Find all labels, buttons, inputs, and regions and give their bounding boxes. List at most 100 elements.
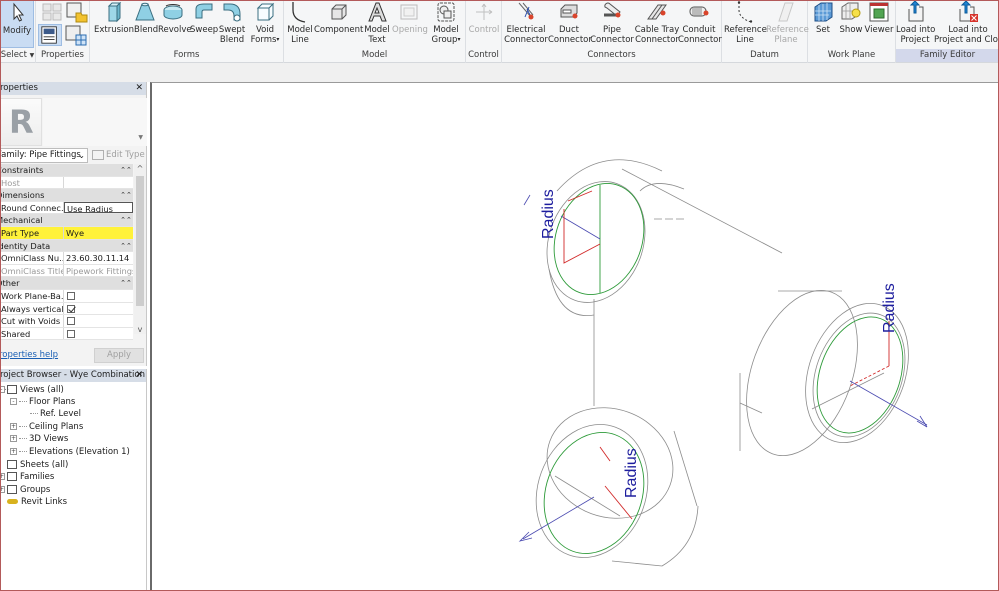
revolve-button[interactable]: Revolve [158, 0, 192, 35]
scrollbar-thumb[interactable] [136, 176, 144, 306]
model-text-button[interactable]: Model Text [364, 0, 390, 45]
drawing-canvas[interactable]: Radius Radius Radius [150, 82, 999, 591]
expand-icon[interactable]: + [0, 486, 5, 493]
close-icon[interactable]: ✕ [135, 369, 143, 382]
expand-icon[interactable]: + [10, 423, 17, 430]
family-filter-select[interactable]: Family: Pipe Fittings ⌄ [0, 148, 88, 163]
family-types-button[interactable] [40, 1, 64, 23]
right-flow-arrowhead-icon [916, 415, 928, 428]
tree-node[interactable]: - Floor Plans [10, 396, 75, 408]
tree-node[interactable]: + Groups [0, 484, 50, 496]
scroll-down-icon[interactable]: v [134, 325, 146, 334]
load-into-project-and-close-button[interactable]: Load into Project and Close [934, 0, 999, 45]
cable-tray-connector-button[interactable]: Cable Tray Connector [634, 0, 680, 45]
control-button[interactable]: Control [468, 0, 500, 35]
tree-node[interactable]: +3D Views [10, 433, 68, 445]
modify-button[interactable]: Modify [0, 0, 34, 48]
property-group-identity-data[interactable]: Identity Data ⌃⌃ [0, 239, 133, 253]
bottom-flow-arrowhead-icon [518, 531, 533, 542]
expand-icon[interactable]: + [0, 473, 5, 480]
property-name: Shared [0, 327, 64, 340]
component-button[interactable]: Component [314, 0, 363, 35]
checkbox[interactable] [67, 291, 75, 300]
load-into-project-button[interactable]: Load into Project [896, 0, 935, 45]
tree-node[interactable]: - Views (all) [0, 384, 64, 396]
connector-circles [543, 183, 904, 554]
family-category-button[interactable] [64, 1, 88, 23]
opening-button[interactable]: Opening [392, 0, 428, 35]
properties-help-link[interactable]: Properties help [0, 350, 58, 360]
reference-line-icon [737, 1, 753, 23]
expand-icon[interactable]: + [10, 448, 17, 455]
tree-node[interactable]: Ref. Level [30, 408, 81, 420]
property-value[interactable] [64, 315, 133, 327]
property-value[interactable]: Wye [64, 226, 133, 239]
edit-type-button[interactable]: Edit Type [92, 148, 145, 163]
property-value[interactable]: 23.60.30.11.14 [64, 252, 133, 264]
options-bar [0, 63, 999, 82]
collapse-icon[interactable]: ⌃⌃ [119, 189, 133, 201]
property-group-other[interactable]: Other⌃⌃ [0, 277, 133, 290]
property-group-dimensions[interactable]: Dimensions ⌃⌃ [0, 189, 133, 202]
set-workplane-button[interactable]: Set [810, 0, 836, 35]
property-value[interactable] [64, 302, 133, 315]
panel-family-editor: Load into Project Load into Project and … [896, 0, 999, 63]
sweep-button[interactable]: Sweep [190, 0, 218, 35]
property-value[interactable] [64, 289, 133, 302]
reference-plane-button[interactable]: Reference Plane [766, 0, 809, 45]
properties-scrollbar[interactable]: ^ v [134, 164, 146, 334]
family-type-image: R [9, 103, 34, 141]
conduit-connector-button[interactable]: Conduit Connector [678, 0, 722, 45]
reference-line-button[interactable]: Reference Line [724, 0, 767, 45]
type-properties-button[interactable] [64, 24, 88, 46]
panel-title-select[interactable]: Select ▼ [0, 49, 35, 62]
collapse-icon[interactable]: ⌃⌃ [119, 164, 133, 176]
electrical-connector-button[interactable]: Electrical Connector [504, 0, 548, 45]
wye-fitting-3d-view[interactable]: Radius Radius Radius [152, 83, 999, 591]
blend-button[interactable]: Blend [134, 0, 158, 35]
tree-node[interactable]: Sheets (all) [0, 459, 68, 471]
collapse-icon[interactable]: ⌃⌃ [119, 240, 133, 252]
void-forms-button[interactable]: Void Forms▾ [250, 0, 280, 45]
properties-toggle-button[interactable] [38, 24, 62, 46]
tree-node[interactable]: + Families [0, 471, 54, 483]
tree-node[interactable]: + Elevations (Elevation 1) [10, 446, 130, 458]
tree-node[interactable]: Revit Links [0, 496, 67, 508]
property-group-constraints[interactable]: Constraints ⌃⌃ [0, 164, 133, 177]
radius-dimensions [563, 190, 890, 520]
load-and-close-icon [959, 1, 978, 22]
workplane-viewer-button[interactable]: Viewer [864, 0, 894, 35]
checkbox[interactable] [67, 317, 75, 326]
collapse-icon[interactable]: ⌃⌃ [119, 214, 133, 226]
property-value[interactable]: Use Radius [64, 201, 133, 214]
radius-label-bottom[interactable]: Radius [623, 448, 640, 498]
tree-connector [30, 413, 38, 414]
type-selector-preview[interactable]: R [0, 98, 42, 146]
property-value[interactable] [64, 327, 133, 340]
type-selector[interactable]: ▼ [43, 98, 147, 146]
extrusion-button[interactable]: Extrusion [94, 0, 134, 35]
radius-label-top[interactable]: Radius [540, 189, 557, 239]
property-row: Part Type Wye [0, 226, 133, 240]
tree-node[interactable]: + Ceiling Plans [10, 421, 83, 433]
expand-icon[interactable]: + [10, 435, 17, 442]
pipe-connector-icon [604, 2, 621, 18]
close-icon[interactable]: ✕ [135, 82, 143, 95]
model-line-button[interactable]: Model Line [286, 0, 314, 45]
pipe-connector-button[interactable]: Pipe Connector [590, 0, 634, 45]
swept-blend-button[interactable]: Swept Blend [218, 0, 246, 45]
apply-button[interactable]: Apply [94, 348, 144, 363]
scroll-up-icon[interactable]: ^ [134, 164, 146, 173]
duct-connector-button[interactable]: Duct Connector [548, 0, 592, 45]
property-group-mechanical[interactable]: Mechanical ⌃⌃ [0, 214, 133, 227]
show-workplane-button[interactable]: Show [838, 0, 864, 35]
collapse-icon[interactable]: - [0, 386, 5, 393]
sheets-icon [7, 460, 17, 469]
checkbox[interactable] [67, 329, 75, 338]
collapse-icon[interactable]: ⌃⌃ [119, 277, 133, 289]
flow-direction-arrows [518, 194, 928, 542]
model-group-button[interactable]: Model Group▾ [430, 0, 462, 45]
radius-label-right[interactable]: Radius [881, 283, 898, 333]
checkbox[interactable] [67, 304, 75, 313]
collapse-icon[interactable]: - [10, 398, 17, 405]
